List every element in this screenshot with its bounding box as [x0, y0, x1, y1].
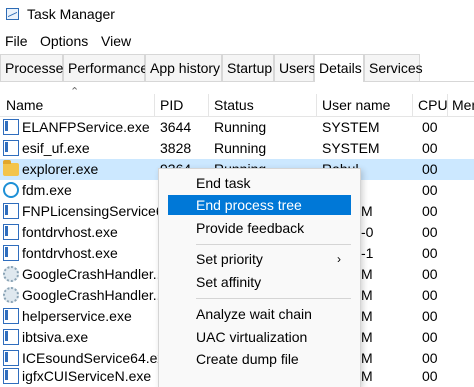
tab-services[interactable]: Services [364, 54, 423, 81]
app-window-icon [3, 245, 19, 261]
menu-item-set-priority[interactable]: Set priority › [168, 249, 351, 269]
menu-item-provide-feedback[interactable]: Provide feedback [168, 218, 351, 238]
app-window-icon [3, 224, 19, 240]
app-window-icon [3, 308, 19, 324]
process-cpu: 00 [422, 308, 438, 324]
app-window-icon [3, 119, 19, 135]
process-name: GoogleCrashHandler.... [22, 266, 169, 282]
column-divider[interactable] [412, 94, 413, 116]
column-header-memory[interactable]: Mem [452, 97, 474, 113]
menu-item-set-affinity[interactable]: Set affinity [168, 272, 351, 292]
process-cpu: 00 [422, 287, 438, 303]
process-cpu: 00 [422, 140, 438, 156]
menu-item-end-process-tree[interactable]: End process tree [168, 195, 351, 215]
process-cpu: 00 [422, 119, 438, 135]
tab-startup[interactable]: Startup [222, 54, 274, 81]
fdm-icon [3, 182, 19, 198]
column-divider[interactable] [447, 94, 448, 116]
menu-item-analyze-wait-chain[interactable]: Analyze wait chain [168, 304, 351, 324]
process-name: FNPLicensingService6... [22, 203, 176, 219]
column-header-status[interactable]: Status [214, 97, 254, 113]
table-row[interactable]: esif_uf.exe 3828 Running SYSTEM 00 [0, 138, 474, 159]
process-name: ICEsoundService64.exe [22, 350, 173, 366]
process-user: SYSTEM [322, 140, 380, 156]
tab-app-history[interactable]: App history [145, 54, 222, 81]
process-cpu: 00 [422, 245, 438, 261]
tab-performance[interactable]: Performance [63, 54, 148, 81]
process-name: helperservice.exe [22, 308, 132, 324]
process-user: M [361, 329, 373, 345]
column-header-user-name[interactable]: User name [322, 97, 390, 113]
process-status: Running [214, 119, 267, 135]
gear-icon [3, 266, 19, 282]
process-user: M [361, 287, 373, 303]
menu-item-uac-virtualization[interactable]: UAC virtualization [168, 327, 351, 347]
process-name: GoogleCrashHandler.... [22, 287, 169, 303]
process-cpu: 00 [422, 266, 438, 282]
app-window-icon [3, 350, 19, 366]
process-name: ibtsiva.exe [22, 329, 89, 345]
column-header-pid[interactable]: PID [160, 97, 183, 113]
menu-file[interactable]: File [5, 33, 28, 49]
process-name: fontdrvhost.exe [22, 245, 118, 261]
column-header-name[interactable]: Name [6, 97, 43, 113]
app-window-icon [3, 329, 19, 345]
process-pid: 3644 [160, 119, 192, 135]
process-name: ELANFPService.exe [22, 119, 150, 135]
process-cpu: 00 [422, 329, 438, 345]
process-cpu: 00 [422, 203, 438, 219]
process-status: Running [214, 140, 267, 156]
column-divider[interactable] [208, 94, 209, 116]
tab-processes[interactable]: Processes [0, 54, 70, 81]
process-name: explorer.exe [22, 161, 99, 177]
process-user: M [361, 203, 373, 219]
menu-item-label: Set priority [196, 251, 263, 267]
task-manager-icon [6, 8, 19, 20]
process-cpu: 00 [422, 350, 438, 366]
process-user: M [361, 266, 373, 282]
menu-separator [196, 298, 351, 299]
app-window-icon [3, 203, 19, 219]
app-window-icon [3, 140, 19, 156]
title-bar: Task Manager [0, 0, 474, 30]
folder-icon [3, 160, 19, 176]
tab-strip: Processes Performance App history Startu… [0, 54, 474, 82]
menu-item-end-task[interactable]: End task [168, 173, 351, 193]
process-name: igfxCUIServiceN.exe [22, 368, 152, 384]
context-menu: End task End process tree Provide feedba… [158, 168, 361, 387]
menu-separator [196, 244, 351, 245]
process-user: M [361, 368, 373, 384]
process-user: -0 [361, 224, 374, 240]
process-user: SYSTEM [322, 119, 380, 135]
menu-item-create-dump-file[interactable]: Create dump file [168, 349, 351, 369]
tab-users[interactable]: Users [274, 54, 316, 81]
process-user: M [361, 350, 373, 366]
process-cpu: 00 [422, 182, 438, 198]
chevron-right-icon: › [337, 252, 341, 266]
process-user: -1 [361, 245, 374, 261]
process-name: fontdrvhost.exe [22, 224, 118, 240]
gear-icon [3, 287, 19, 303]
column-divider[interactable] [154, 94, 155, 116]
column-divider[interactable] [316, 94, 317, 116]
column-header-row: Name PID Status User name CPU Mem [0, 94, 474, 117]
process-name: fdm.exe [22, 182, 72, 198]
process-pid: 3828 [160, 140, 192, 156]
column-header-cpu[interactable]: CPU [418, 97, 448, 113]
menu-options[interactable]: Options [40, 33, 88, 49]
tab-details[interactable]: Details [314, 54, 364, 82]
process-cpu: 00 [422, 368, 438, 384]
process-cpu: 00 [422, 161, 438, 177]
process-cpu: 00 [422, 224, 438, 240]
process-user: M [361, 308, 373, 324]
menu-view[interactable]: View [101, 33, 131, 49]
table-row[interactable]: ELANFPService.exe 3644 Running SYSTEM 00 [0, 117, 474, 138]
app-window-icon [3, 368, 19, 384]
process-name: esif_uf.exe [22, 140, 90, 156]
window-title: Task Manager [27, 6, 115, 22]
